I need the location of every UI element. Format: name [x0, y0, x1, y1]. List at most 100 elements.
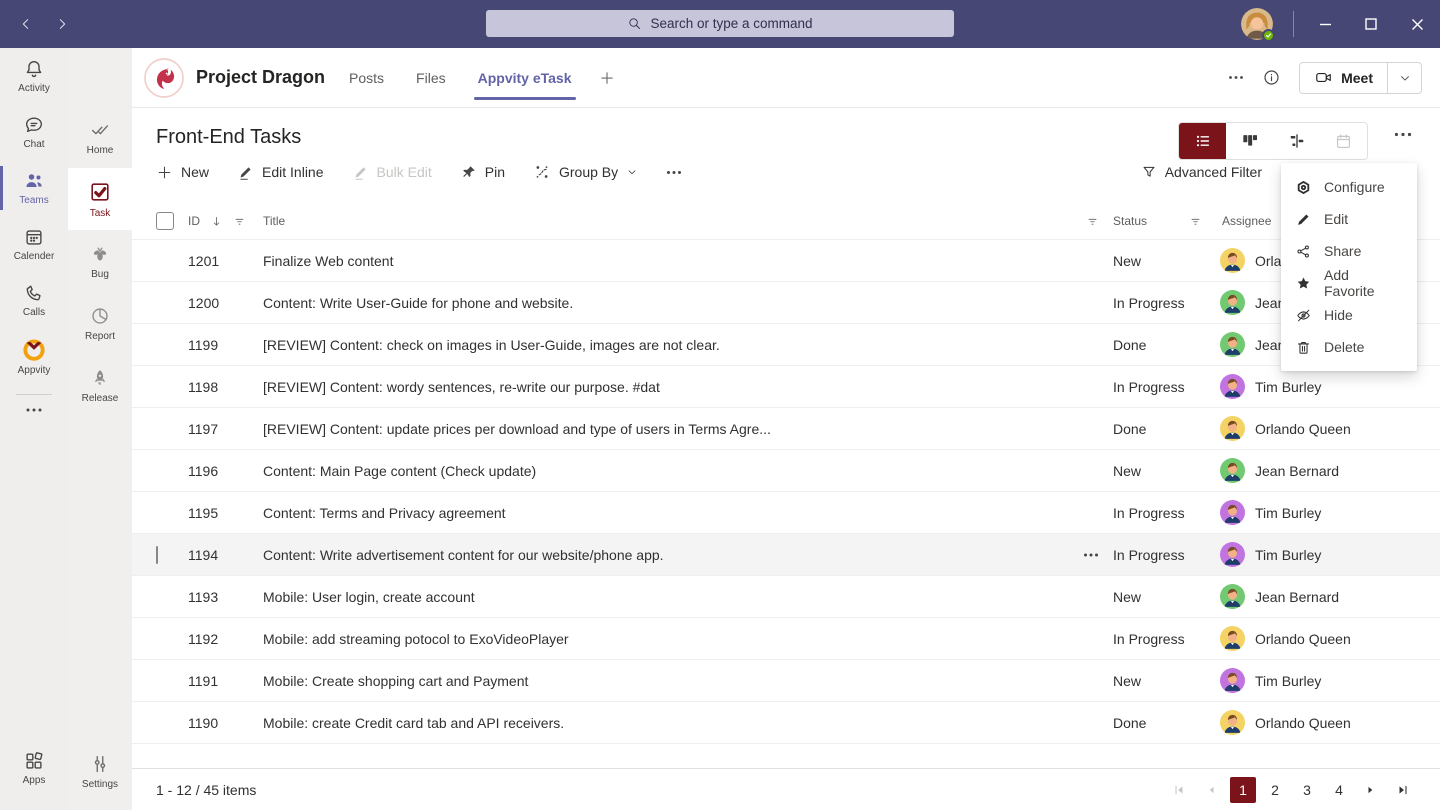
meet-camera-icon [1314, 68, 1333, 87]
board-view-button[interactable] [1226, 123, 1273, 159]
table-row[interactable]: 1190 Mobile: create Credit card tab and … [132, 702, 1440, 744]
plus-icon [156, 164, 173, 181]
more-dots-icon [1394, 132, 1412, 137]
page-number-button[interactable]: 4 [1326, 777, 1352, 803]
module-item-task[interactable]: Task [68, 168, 132, 230]
table-row[interactable]: 1192 Mobile: add streaming potocol to Ex… [132, 618, 1440, 660]
more-dots-icon [1228, 75, 1244, 80]
rail-item-calls[interactable]: Calls [0, 272, 68, 328]
task-title: Mobile: Create shopping cart and Payment [263, 673, 528, 689]
assignee-avatar [1220, 458, 1245, 483]
task-title: Mobile: User login, create account [263, 589, 475, 605]
table-row[interactable]: 1191 Mobile: Create shopping cart and Pa… [132, 660, 1440, 702]
assignee-name: Tim Burley [1255, 505, 1321, 521]
meet-dropdown-button[interactable] [1387, 63, 1421, 93]
eye-slash-icon [1295, 307, 1312, 324]
menu-item-delete[interactable]: Delete [1281, 331, 1417, 363]
user-avatar[interactable] [1241, 8, 1273, 40]
column-filter-icon[interactable] [233, 215, 246, 228]
table-row[interactable]: 1200 Content: Write User-Guide for phone… [132, 282, 1440, 324]
assignee-avatar [1220, 500, 1245, 525]
maximize-button[interactable] [1348, 0, 1394, 48]
row-checkbox[interactable] [156, 546, 158, 564]
tab-appvity-etask[interactable]: Appvity eTask [478, 48, 572, 108]
table-row[interactable]: 1198 [REVIEW] Content: wordy sentences, … [132, 366, 1440, 408]
group-by-button[interactable]: Group By [533, 163, 638, 181]
assignee-name: Tim Burley [1255, 379, 1321, 395]
toolbar-more-button[interactable] [666, 170, 682, 175]
table-row[interactable]: 1195 Content: Terms and Privacy agreemen… [132, 492, 1440, 534]
module-item-bug[interactable]: Bug [68, 230, 132, 292]
new-button[interactable]: New [156, 164, 209, 181]
advanced-filter-button[interactable]: Advanced Filter [1141, 164, 1262, 180]
task-title: Content: Terms and Privacy agreement [263, 505, 506, 521]
column-header-id[interactable]: ID [188, 214, 263, 228]
column-header-title[interactable]: Title [263, 214, 1113, 228]
chat-bubble-icon [23, 114, 45, 136]
rail-item-chat[interactable]: Chat [0, 104, 68, 160]
tab-files[interactable]: Files [416, 48, 446, 108]
page-number-button[interactable]: 3 [1294, 777, 1320, 803]
column-filter-icon[interactable] [1086, 215, 1099, 228]
info-icon [1262, 68, 1281, 87]
module-item-home[interactable]: Home [68, 106, 132, 168]
gantt-view-button[interactable] [1273, 123, 1320, 159]
group-by-icon [533, 163, 551, 181]
previous-page-button[interactable] [1198, 777, 1224, 803]
rail-item-apps[interactable]: Apps [0, 740, 68, 796]
more-dots-icon [666, 170, 682, 175]
rail-item-activity[interactable]: Activity [0, 48, 68, 104]
report-pie-icon [88, 305, 112, 327]
task-id: 1201 [188, 253, 263, 269]
view-more-button[interactable] [1394, 132, 1412, 137]
page-number-button[interactable]: 2 [1262, 777, 1288, 803]
next-page-button[interactable] [1358, 777, 1384, 803]
bulk-edit-button[interactable]: Bulk Edit [352, 164, 432, 181]
tab-posts[interactable]: Posts [349, 48, 384, 108]
select-all-checkbox[interactable] [156, 212, 174, 230]
edit-inline-button[interactable]: Edit Inline [237, 164, 323, 181]
task-id: 1197 [188, 421, 263, 437]
page-number-button[interactable]: 1 [1230, 777, 1256, 803]
task-toolbar: New Edit Inline Bulk Edit Pin Group By [156, 163, 1416, 181]
rail-item-calendar[interactable]: Calender [0, 216, 68, 272]
channel-more-button[interactable] [1228, 75, 1244, 80]
menu-item-hide[interactable]: Hide [1281, 299, 1417, 331]
sort-descending-icon[interactable] [210, 215, 223, 228]
first-page-button[interactable] [1166, 777, 1192, 803]
module-item-settings[interactable]: Settings [68, 740, 132, 802]
back-button[interactable] [16, 14, 36, 34]
command-search-input[interactable]: Search or type a command [486, 10, 954, 37]
table-row[interactable]: 1196 Content: Main Page content (Check u… [132, 450, 1440, 492]
column-filter-icon[interactable] [1189, 215, 1202, 228]
menu-item-configure[interactable]: Configure [1281, 171, 1417, 203]
row-more-button[interactable] [1083, 552, 1099, 557]
task-status: New [1113, 589, 1210, 605]
table-row[interactable]: 1199 [REVIEW] Content: check on images i… [132, 324, 1440, 366]
table-row[interactable]: 1197 [REVIEW] Content: update prices per… [132, 408, 1440, 450]
channel-info-button[interactable] [1262, 68, 1281, 87]
rail-item-appvity[interactable]: Appvity [0, 328, 68, 384]
pagination: 1 2 3 4 [1166, 777, 1416, 803]
table-row[interactable]: 1193 Mobile: User login, create account … [132, 576, 1440, 618]
last-page-button[interactable] [1390, 777, 1416, 803]
table-row[interactable]: 1194 Content: Write advertisement conten… [132, 534, 1440, 576]
minimize-button[interactable] [1302, 0, 1348, 48]
rail-more-button[interactable] [25, 407, 43, 413]
module-item-report[interactable]: Report [68, 292, 132, 354]
rail-item-teams[interactable]: Teams [0, 160, 68, 216]
module-item-release[interactable]: Release [68, 354, 132, 416]
list-view-button[interactable] [1179, 123, 1226, 159]
menu-item-add-favorite[interactable]: Add Favorite [1281, 267, 1417, 299]
menu-item-edit[interactable]: Edit [1281, 203, 1417, 235]
meet-button[interactable]: Meet [1300, 63, 1387, 93]
calendar-view-button[interactable] [1320, 123, 1367, 159]
column-header-status[interactable]: Status [1113, 214, 1210, 228]
pin-button[interactable]: Pin [460, 164, 505, 181]
table-row[interactable]: 1201 Finalize Web content New Orlando Q [132, 240, 1440, 282]
assignee-avatar [1220, 248, 1245, 273]
forward-button[interactable] [52, 14, 72, 34]
close-button[interactable] [1394, 0, 1440, 48]
menu-item-share[interactable]: Share [1281, 235, 1417, 267]
add-tab-button[interactable] [598, 69, 616, 87]
